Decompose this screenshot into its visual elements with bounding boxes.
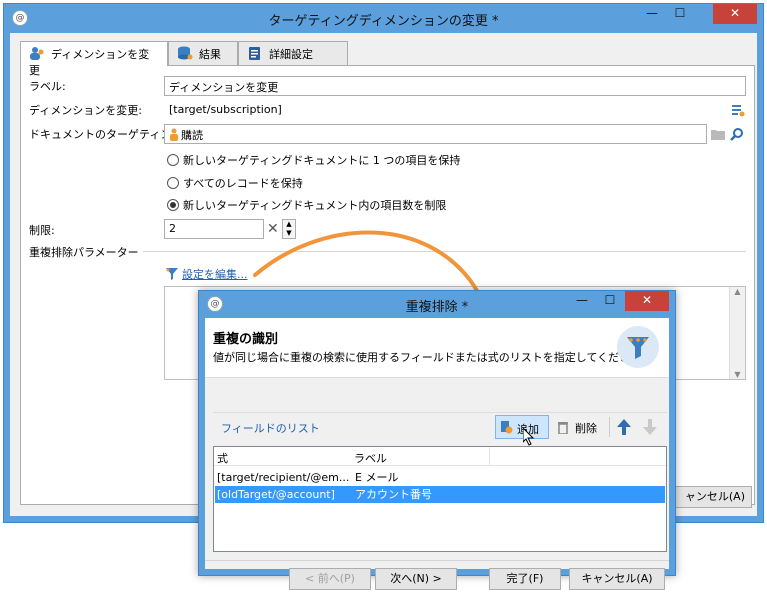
next-button[interactable]: 次へ(N) > [375,568,457,590]
dialog-close-button[interactable]: ✕ [625,291,669,311]
dedup-section-title: 重複排除パラメーター [29,244,143,260]
cell-expression: [oldTarget/@account] [217,488,335,501]
move-up-icon[interactable] [617,419,631,435]
dialog-heading: 重複の識別 [213,332,279,347]
dedup-dialog: @ 重複排除 * — ☐ ✕ 重複の識別 値が同じ場合に重複の検索に使用するフィ… [198,290,676,590]
move-down-icon[interactable] [643,419,657,435]
add-icon [499,420,513,434]
dialog-cancel-button[interactable]: キャンセル(A) [569,568,665,590]
footer-divider [205,560,669,561]
tab-change-dimension[interactable]: ディメンションを変更 [20,41,168,77]
fields-grid: 式 ラベル [target/recipient/@em... E メール [ol… [213,446,667,552]
add-button[interactable]: 追加 [495,415,549,439]
dialog-maximize-button[interactable]: ☐ [597,291,623,311]
dialog-header: 重複の識別 値が同じ場合に重複の検索に使用するフィールドまたは式のリストを指定し… [205,318,669,378]
cell-label: アカウント番号 [355,488,432,501]
dialog-client: 重複の識別 値が同じ場合に重複の検索に使用するフィールドまたは式のリストを指定し… [205,318,669,590]
table-row[interactable]: [target/recipient/@em... E メール [215,469,665,486]
list-title: フィールドのリスト [221,422,320,435]
mouse-cursor-icon [523,428,535,446]
trash-icon [557,420,569,434]
dialog-titlebar[interactable]: @ 重複排除 * — ☐ ✕ [199,291,675,317]
dedup-funnel-icon [617,326,659,368]
col-label[interactable]: ラベル [354,450,387,466]
cell-expression: [target/recipient/@em... [217,471,350,484]
delete-label: 削除 [575,422,597,435]
table-row[interactable]: [oldTarget/@account] アカウント番号 [215,486,665,503]
dialog-description: 値が同じ場合に重複の検索に使用するフィールドまたは式のリストを指定してくださ [213,351,631,364]
people-icon [29,46,45,60]
col-divider [489,447,490,466]
list-toolbar: フィールドのリスト 追加 削除 [213,412,667,440]
toolbar-divider [609,417,610,437]
delete-button[interactable]: 削除 [555,415,605,439]
prev-button[interactable]: < 前へ(P) [289,568,371,590]
cell-label: E メール [355,471,399,484]
finish-button[interactable]: 完了(F) [489,568,561,590]
dialog-minimize-button[interactable]: — [569,291,595,311]
grid-header: 式 ラベル [214,447,666,466]
col-expression[interactable]: 式 [217,450,228,466]
